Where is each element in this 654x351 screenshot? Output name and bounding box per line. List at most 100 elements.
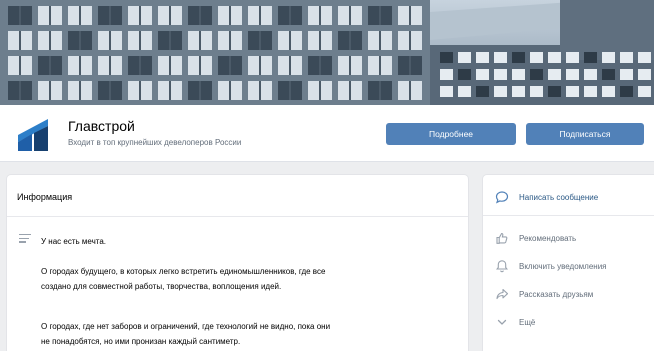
cover-window-mullion: [169, 81, 171, 100]
cover-window-mullion: [289, 81, 291, 100]
cover-window-mullion: [289, 6, 291, 25]
cover-window-mullion: [319, 31, 321, 50]
cover-window-mullion: [109, 56, 111, 75]
cover-window-mullion: [229, 6, 231, 25]
cover-window: [458, 86, 471, 97]
message-icon: [495, 191, 509, 204]
cover-window-mullion: [169, 31, 171, 50]
divider: [7, 216, 468, 217]
cover-window-mullion: [319, 56, 321, 75]
cover-window: [638, 86, 651, 97]
cover-window-mullion: [199, 31, 201, 50]
cover-window: [476, 52, 489, 63]
cover-window-mullion: [349, 31, 351, 50]
cover-window: [458, 69, 471, 80]
cover-window-mullion: [199, 56, 201, 75]
more-action[interactable]: Ещё: [495, 314, 535, 330]
cover-window: [584, 69, 597, 80]
cover-window-mullion: [79, 6, 81, 25]
cover-window: [566, 86, 579, 97]
cover-window: [476, 69, 489, 80]
cover-window-mullion: [49, 31, 51, 50]
cover-window-mullion: [139, 81, 141, 100]
cover-window: [440, 86, 453, 97]
cover-window-mullion: [139, 56, 141, 75]
subscribe-button[interactable]: Подписаться: [526, 123, 644, 145]
cover-window-mullion: [319, 81, 321, 100]
cover-window-mullion: [139, 31, 141, 50]
action-label: Написать сообщение: [519, 192, 599, 202]
recommend-action[interactable]: Рекомендовать: [495, 230, 576, 246]
cover-window-mullion: [169, 56, 171, 75]
cover-window-mullion: [379, 6, 381, 25]
community-status: Входит в топ крупнейших девелоперов Росс…: [68, 138, 242, 147]
cover-window-mullion: [229, 81, 231, 100]
details-button[interactable]: Подробнее: [386, 123, 516, 145]
cover-window-mullion: [49, 81, 51, 100]
cover-window: [566, 69, 579, 80]
description-paragraph-3: О городах, где нет заборов и ограничений…: [41, 319, 330, 349]
cover-window-mullion: [49, 6, 51, 25]
cover-window-mullion: [19, 56, 21, 75]
cover-window-mullion: [109, 31, 111, 50]
share-action[interactable]: Рассказать друзьям: [495, 286, 593, 302]
cover-window-mullion: [139, 6, 141, 25]
cover-window-mullion: [379, 56, 381, 75]
cover-window: [548, 52, 561, 63]
cover-window-mullion: [349, 6, 351, 25]
bell-icon: [496, 260, 508, 273]
cover-window: [512, 69, 525, 80]
actions-card: Написать сообщение Рекомендовать Включит…: [483, 175, 654, 351]
cover-window-mullion: [259, 6, 261, 25]
cover-window-mullion: [19, 81, 21, 100]
cover-window-mullion: [49, 56, 51, 75]
cover-window: [458, 52, 471, 63]
cover-window: [620, 52, 633, 63]
description-line: не понадобятся, но ими пронизан каждый с…: [41, 337, 241, 346]
cover-window-mullion: [259, 31, 261, 50]
cover-window-mullion: [169, 6, 171, 25]
community-header: Главстрой Входит в топ крупнейших девело…: [0, 105, 654, 162]
action-label: Ещё: [519, 317, 536, 327]
description-paragraph-1: У нас есть мечта.: [41, 234, 106, 249]
cover-window-mullion: [379, 31, 381, 50]
cover-window: [584, 86, 597, 97]
information-card: Информация У нас есть мечта. О городах б…: [7, 175, 468, 351]
cover-window: [638, 52, 651, 63]
cover-window-mullion: [229, 56, 231, 75]
action-label: Рассказать друзьям: [519, 289, 594, 299]
cover-window-mullion: [79, 81, 81, 100]
cover-window-mullion: [349, 56, 351, 75]
cover-window: [512, 86, 525, 97]
cover-window-mullion: [409, 31, 411, 50]
chevron-down-icon: [497, 319, 507, 325]
cover-window-mullion: [319, 6, 321, 25]
description-line: О городах, где нет заборов и ограничений…: [41, 322, 331, 331]
cover-window-mullion: [109, 6, 111, 25]
community-avatar[interactable]: [12, 113, 54, 155]
cover-window-mullion: [259, 56, 261, 75]
cover-window-mullion: [199, 81, 201, 100]
thumbs-up-icon: [496, 232, 508, 244]
cover-window-mullion: [79, 31, 81, 50]
notifications-action[interactable]: Включить уведомления: [495, 258, 607, 274]
cover-window: [494, 69, 507, 80]
cover-window-mullion: [409, 81, 411, 100]
cover-window: [638, 69, 651, 80]
cover-window-mullion: [19, 6, 21, 25]
cover-window: [440, 69, 453, 80]
cover-window-mullion: [199, 6, 201, 25]
community-page: Главстрой Входит в топ крупнейших девело…: [0, 0, 654, 351]
cover-window: [440, 52, 453, 63]
cover-window-mullion: [289, 31, 291, 50]
cover-window: [584, 52, 597, 63]
action-label: Рекомендовать: [519, 233, 577, 243]
cover-window-mullion: [109, 81, 111, 100]
cover-window: [602, 69, 615, 80]
send-message-action[interactable]: Написать сообщение: [495, 189, 598, 205]
cover-window: [494, 86, 507, 97]
cover-window-mullion: [409, 56, 411, 75]
information-heading: Информация: [17, 192, 73, 202]
cover-window-mullion: [259, 81, 261, 100]
cover-window-mullion: [349, 81, 351, 100]
